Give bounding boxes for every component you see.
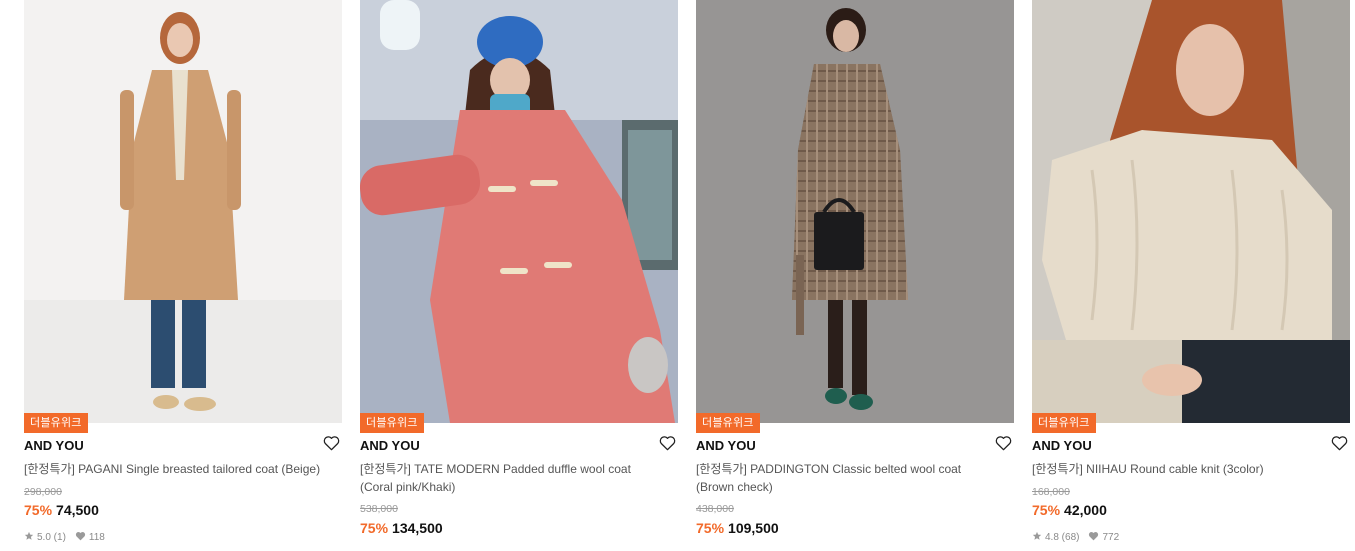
brand-name[interactable]: AND YOU [360, 438, 420, 453]
product-image[interactable] [360, 0, 678, 423]
rating-text: 4.8 (68) [1045, 532, 1080, 543]
product-grid: 더블유위크 AND YOU [한정특가] PAGANI Single breas… [0, 0, 1355, 551]
product-meta: 4.8 (68) 772 [1032, 531, 1119, 544]
product-name[interactable]: [한정특가] NIIHAU Round cable knit (3color) [1032, 460, 1332, 478]
product-card[interactable]: 더블유위크 AND YOU [한정특가] TATE MODERN Padded … [360, 0, 678, 551]
price-row: 75% 109,500 [696, 520, 779, 536]
discount-rate: 75% [1032, 502, 1061, 518]
brand-name[interactable]: AND YOU [696, 438, 756, 453]
product-name[interactable]: [한정특가] PADDINGTON Classic belted wool co… [696, 460, 996, 496]
product-card[interactable]: 더블유위크 AND YOU [한정특가] PAGANI Single breas… [24, 0, 342, 551]
promo-badge: 더블유위크 [1032, 413, 1096, 433]
price-row: 75% 134,500 [360, 520, 443, 536]
product-photo-cable-knit [1032, 0, 1350, 423]
likes-count: 772 [1102, 532, 1120, 543]
likes-count: 118 [88, 532, 105, 543]
promo-badge: 더블유위크 [696, 413, 760, 433]
product-photo-coral-duffle-coat [360, 0, 678, 423]
heart-filled-icon [75, 531, 86, 544]
product-name[interactable]: [한정특가] TATE MODERN Padded duffle wool co… [360, 460, 660, 496]
sale-price: 109,500 [728, 520, 779, 536]
price-row: 75% 42,000 [1032, 502, 1107, 518]
product-image[interactable] [1032, 0, 1350, 423]
sale-price: 74,500 [56, 502, 99, 518]
rating-text: 5.0 (1) [37, 532, 66, 543]
brand-name[interactable]: AND YOU [24, 438, 84, 453]
brand-name[interactable]: AND YOU [1032, 438, 1092, 453]
promo-badge: 더블유위크 [24, 413, 88, 433]
discount-rate: 75% [360, 520, 389, 536]
sale-price: 42,000 [1064, 502, 1107, 518]
original-price: 168,000 [1032, 486, 1070, 498]
star-icon [24, 531, 34, 544]
wishlist-heart-icon[interactable] [995, 435, 1012, 451]
wishlist-heart-icon[interactable] [1331, 435, 1348, 451]
price-row: 75% 74,500 [24, 502, 99, 518]
product-meta: 5.0 (1) 118 [24, 531, 105, 544]
product-image[interactable] [24, 0, 342, 423]
star-icon [1032, 531, 1042, 544]
product-card[interactable]: 더블유위크 AND YOU [한정특가] PADDINGTON Classic … [696, 0, 1014, 551]
product-name[interactable]: [한정특가] PAGANI Single breasted tailored c… [24, 460, 324, 478]
discount-rate: 75% [24, 502, 53, 518]
wishlist-heart-icon[interactable] [323, 435, 340, 451]
original-price: 298,000 [24, 486, 62, 498]
original-price: 538,000 [360, 503, 398, 515]
product-card[interactable]: 더블유위크 AND YOU [한정특가] NIIHAU Round cable … [1032, 0, 1350, 551]
sale-price: 134,500 [392, 520, 443, 536]
product-image[interactable] [696, 0, 1014, 423]
heart-filled-icon [1088, 531, 1099, 544]
original-price: 438,000 [696, 503, 734, 515]
discount-rate: 75% [696, 520, 725, 536]
product-photo-beige-coat [24, 0, 342, 423]
product-photo-check-coat [696, 0, 1014, 423]
promo-badge: 더블유위크 [360, 413, 424, 433]
wishlist-heart-icon[interactable] [659, 435, 676, 451]
